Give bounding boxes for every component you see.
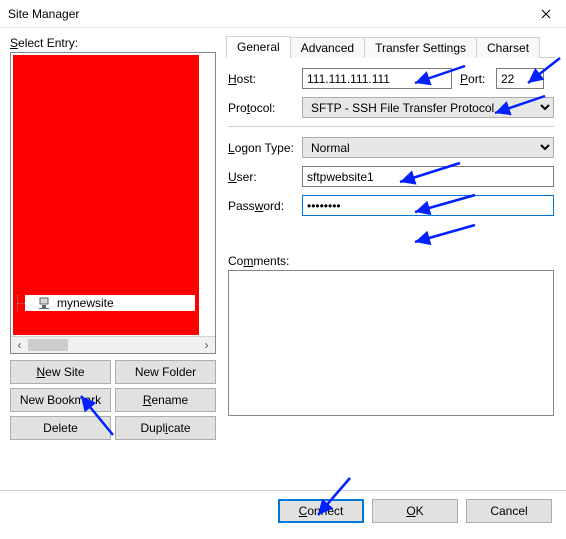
protocol-select[interactable]: SFTP - SSH File Transfer Protocol (302, 97, 554, 118)
password-label: Password: (228, 199, 298, 213)
dialog-footer: Connect OK Cancel (0, 490, 566, 530)
cancel-button[interactable]: Cancel (466, 499, 552, 523)
delete-button[interactable]: Delete (10, 416, 111, 440)
tab-general[interactable]: General (226, 36, 291, 58)
select-entry-label: Select Entry: (10, 36, 216, 50)
scroll-track[interactable] (68, 337, 198, 353)
close-icon (541, 9, 551, 19)
tree-connector-h (17, 303, 25, 304)
new-bookmark-button[interactable]: New Bookmark (10, 388, 111, 412)
new-folder-button[interactable]: New Folder (115, 360, 216, 384)
horizontal-scrollbar[interactable]: ‹ › (11, 336, 215, 353)
ok-button[interactable]: OK (372, 499, 458, 523)
password-input[interactable] (302, 195, 554, 216)
tree-item-mynewsite[interactable]: mynewsite (25, 295, 195, 311)
protocol-label: Protocol: (228, 101, 298, 115)
tab-bar: General Advanced Transfer Settings Chars… (226, 36, 556, 58)
user-input[interactable] (302, 166, 554, 187)
port-input[interactable] (496, 68, 544, 89)
user-label: User: (228, 170, 298, 184)
logon-type-label: Logon Type: (228, 141, 298, 155)
duplicate-button[interactable]: Duplicate (115, 416, 216, 440)
connect-button[interactable]: Connect (278, 499, 364, 523)
tab-charset[interactable]: Charset (476, 37, 540, 58)
tree-item-label: mynewsite (57, 296, 114, 310)
host-label: Host: (228, 72, 298, 86)
logon-type-select[interactable]: Normal (302, 137, 554, 158)
comments-label: Comments: (228, 254, 554, 268)
titlebar: Site Manager (0, 0, 566, 28)
tab-advanced[interactable]: Advanced (290, 37, 365, 58)
redacted-area (13, 55, 199, 335)
server-icon (37, 296, 51, 310)
scroll-thumb[interactable] (28, 339, 68, 351)
new-site-button[interactable]: New Site (10, 360, 111, 384)
scroll-right-arrow[interactable]: › (198, 337, 215, 353)
site-tree[interactable]: mynewsite ‹ › (10, 52, 216, 354)
scroll-left-arrow[interactable]: ‹ (11, 337, 28, 353)
port-label: Port: (460, 72, 492, 86)
window-title: Site Manager (8, 7, 79, 21)
tab-transfer-settings[interactable]: Transfer Settings (364, 37, 477, 58)
rename-button[interactable]: Rename (115, 388, 216, 412)
divider (228, 126, 554, 127)
close-button[interactable] (526, 0, 566, 28)
comments-textarea[interactable] (228, 270, 554, 416)
host-input[interactable] (302, 68, 452, 89)
